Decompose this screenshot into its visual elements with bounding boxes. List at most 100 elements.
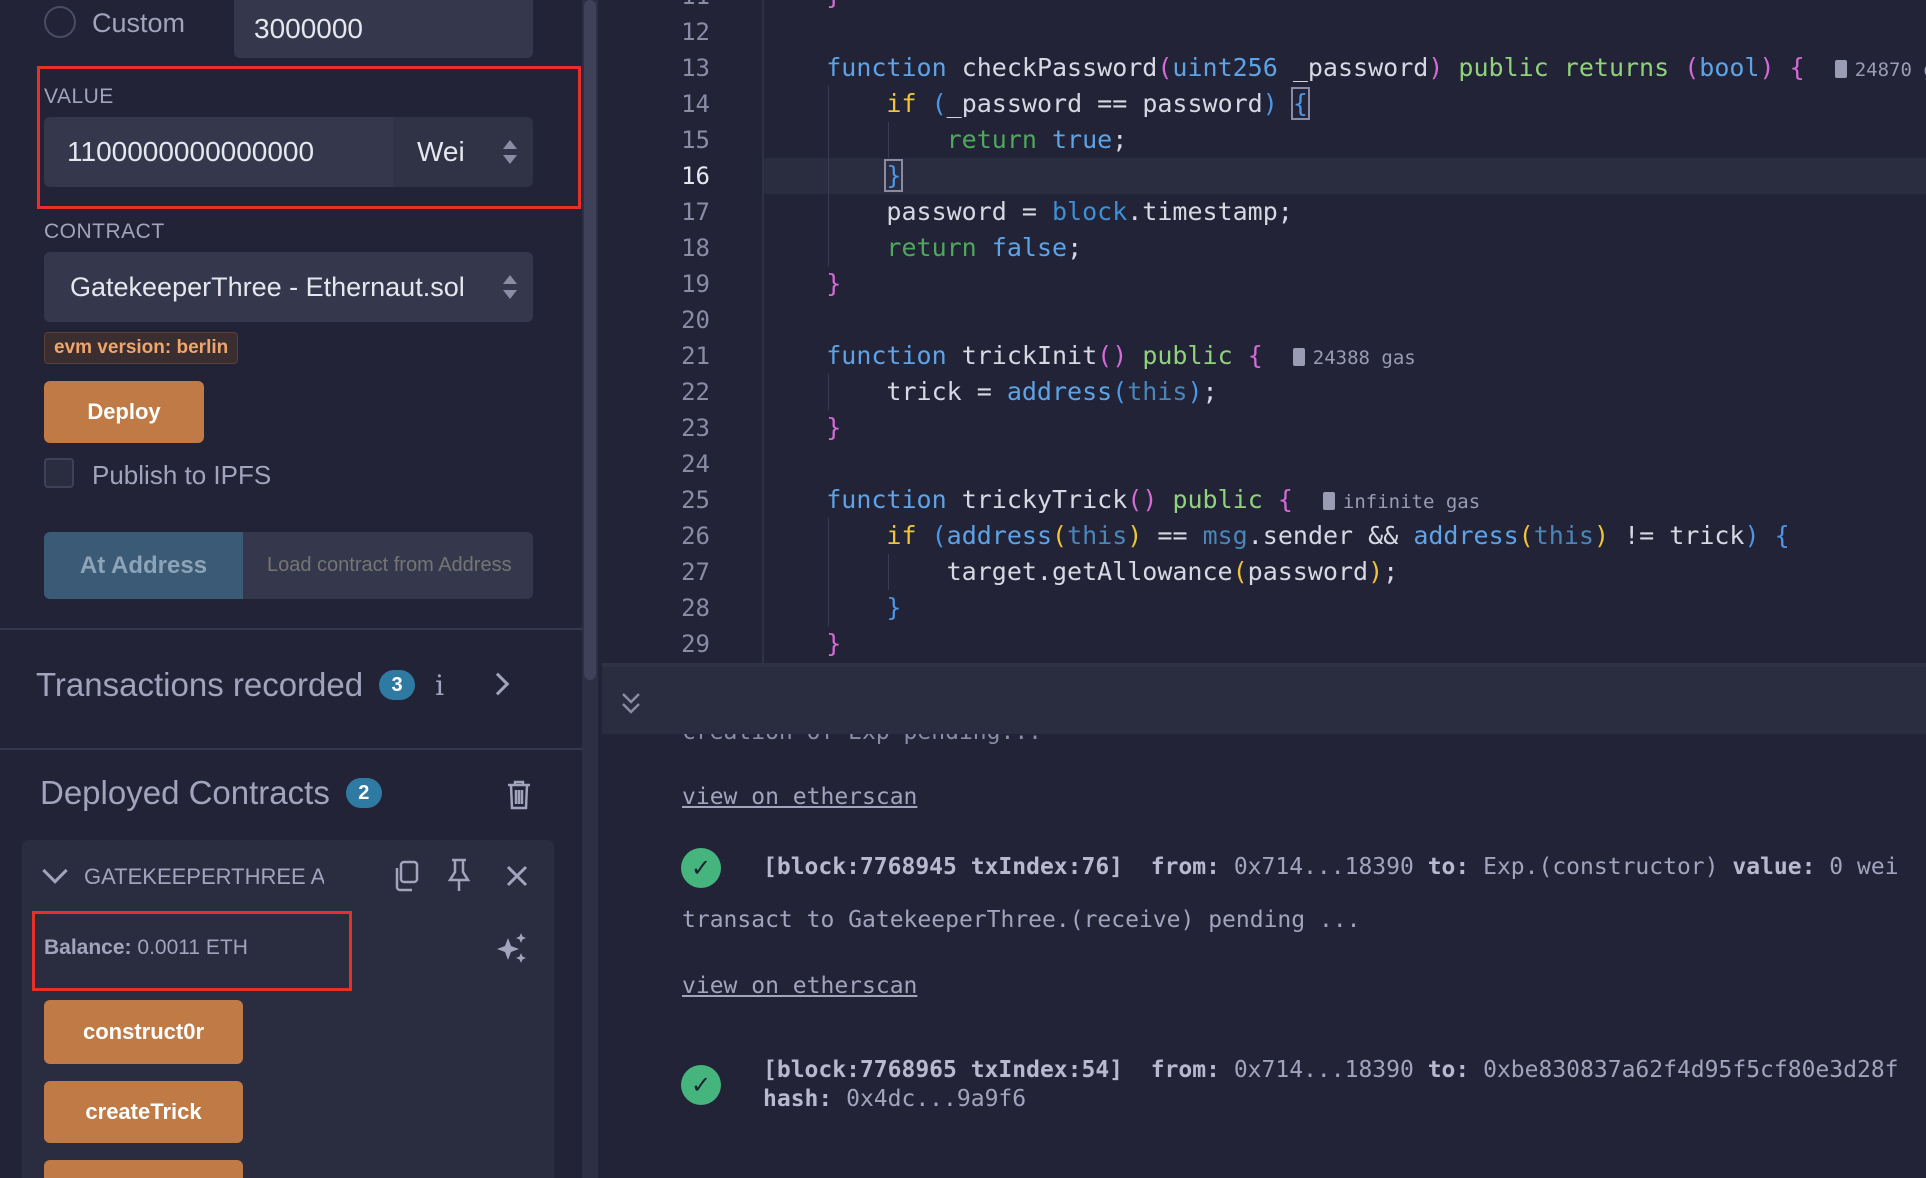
indent-guide: [888, 554, 890, 590]
log-token: [block:7768965 txIndex:54]: [763, 1057, 1124, 1083]
success-check-icon: ✓: [681, 1065, 721, 1105]
custom-gas-radio[interactable]: [44, 6, 76, 38]
code-token: this: [1127, 377, 1188, 406]
transactions-recorded-label: Transactions recorded: [36, 666, 364, 703]
code-token: password: [1247, 557, 1369, 586]
function-button-construct0r[interactable]: construct0r: [44, 1000, 243, 1064]
log-token: [1123, 1057, 1151, 1083]
code-token: ): [1187, 377, 1203, 406]
code-token: ): [1262, 89, 1278, 118]
code-token: .sender &&: [1247, 521, 1414, 550]
code-line[interactable]: function checkPassword(uint256 _password…: [766, 50, 1926, 86]
code-line[interactable]: if (_password == password) {: [766, 86, 1310, 122]
code-token: function: [826, 341, 947, 370]
code-token: (): [1097, 341, 1128, 370]
view-on-etherscan-link[interactable]: view on etherscan: [682, 973, 917, 999]
code-token: ;: [1383, 557, 1399, 586]
function-button[interactable]: [44, 1160, 243, 1178]
code-line[interactable]: return false;: [766, 230, 1082, 266]
code-token: public: [1172, 485, 1263, 514]
code-line[interactable]: }: [766, 266, 841, 302]
code-token: .timestamp;: [1127, 197, 1293, 226]
trash-icon[interactable]: [506, 780, 532, 810]
indent-guide: [828, 158, 830, 194]
code-line[interactable]: function trickyTrick() public {infinite …: [766, 482, 1480, 518]
line-number: 12: [681, 18, 710, 46]
log-token: 0x714...18390: [1219, 854, 1428, 880]
line-number: 14: [681, 90, 710, 118]
transactions-recorded-row[interactable]: Transactions recorded 3 i: [36, 666, 444, 704]
scrollbar-thumb[interactable]: [584, 0, 596, 680]
code-token: }: [826, 269, 842, 298]
custom-gas-input[interactable]: 3000000: [234, 0, 533, 58]
code-line[interactable]: if (address(this) == msg.sender && addre…: [766, 518, 1790, 554]
chevron-right-icon[interactable]: [486, 672, 510, 696]
divider: [0, 748, 584, 750]
transaction-log-line[interactable]: [block:7768945 txIndex:76] from: 0x714..…: [763, 854, 1899, 880]
line-number: 24: [681, 450, 710, 478]
at-address-button[interactable]: At Address: [44, 532, 243, 599]
code-token: ): [1759, 53, 1775, 82]
code-token: trickInit: [946, 341, 1098, 370]
line-number: 21: [681, 342, 710, 370]
view-on-etherscan-link[interactable]: view on etherscan: [682, 784, 917, 810]
code-line[interactable]: }: [766, 0, 841, 14]
code-line[interactable]: password = block.timestamp;: [766, 194, 1293, 230]
code-line[interactable]: target.getAllowance(password);: [766, 554, 1399, 590]
value-unit-select[interactable]: Wei: [393, 117, 533, 187]
at-address-input[interactable]: [243, 532, 533, 599]
gas-pump-icon: [1834, 60, 1847, 78]
pin-icon[interactable]: [446, 858, 472, 892]
code-token: }: [886, 593, 902, 622]
code-token: ;: [1112, 125, 1128, 154]
close-icon[interactable]: [506, 865, 528, 887]
log-token: Exp.(constructor): [1469, 854, 1733, 880]
transaction-log-line[interactable]: [block:7768965 txIndex:54] from: 0x714..…: [763, 1057, 1899, 1083]
code-token: ;: [1067, 233, 1083, 262]
line-number: 19: [681, 270, 710, 298]
publish-ipfs-checkbox[interactable]: [44, 458, 74, 488]
code-line[interactable]: }: [766, 158, 904, 194]
code-line[interactable]: }: [766, 590, 901, 626]
copy-icon[interactable]: [392, 860, 420, 892]
code-token: {: [1277, 485, 1293, 514]
log-token: 0 wei: [1815, 854, 1899, 880]
code-token: target.getAllowance: [766, 557, 1233, 586]
code-line[interactable]: function trickInit() public {24388 gas: [766, 338, 1416, 374]
code-token: public: [1142, 341, 1233, 370]
terminal: creation of Exp pending... view on ether…: [602, 667, 1926, 1178]
deploy-button[interactable]: Deploy: [44, 381, 204, 443]
code-line[interactable]: return true;: [766, 122, 1128, 158]
divider: [0, 628, 584, 630]
log-token: 0xbe830837a62f4d95f5cf80e3d28f: [1469, 1057, 1899, 1083]
line-number: 22: [681, 378, 710, 406]
code-token: _password: [1277, 53, 1429, 82]
evm-version-badge: evm version: berlin: [44, 332, 239, 364]
line-number: 17: [681, 198, 710, 226]
code-token: {: [1774, 521, 1790, 550]
gas-estimate: 24388 gas: [1292, 347, 1416, 369]
code-editor[interactable]: 11 } 12 13 function checkPassword(uint256 …: [602, 0, 1926, 663]
contract-instance-title[interactable]: GATEKEEPERTHREE AT 0XBE8: [84, 864, 324, 890]
terminal-toolbar: [602, 667, 1926, 734]
sparkle-icon[interactable]: [496, 932, 528, 964]
code-token: _password == password: [946, 89, 1263, 118]
chevron-down-icon[interactable]: [42, 858, 68, 884]
code-line[interactable]: }: [766, 626, 841, 662]
indent-guide: [828, 194, 830, 230]
function-button-createTrick[interactable]: createTrick: [44, 1081, 243, 1143]
code-line[interactable]: }: [766, 410, 841, 446]
info-icon[interactable]: i: [435, 669, 444, 702]
indent-guide: [828, 86, 830, 122]
contract-select[interactable]: GatekeeperThree - Ethernaut.sol: [44, 252, 533, 322]
indent-guide: [828, 230, 830, 266]
code-token: ==: [1142, 521, 1203, 550]
value-input[interactable]: 1100000000000000: [44, 117, 393, 187]
collapse-terminal-icon[interactable]: [620, 691, 642, 715]
code-line[interactable]: trick = address(this);: [766, 374, 1217, 410]
